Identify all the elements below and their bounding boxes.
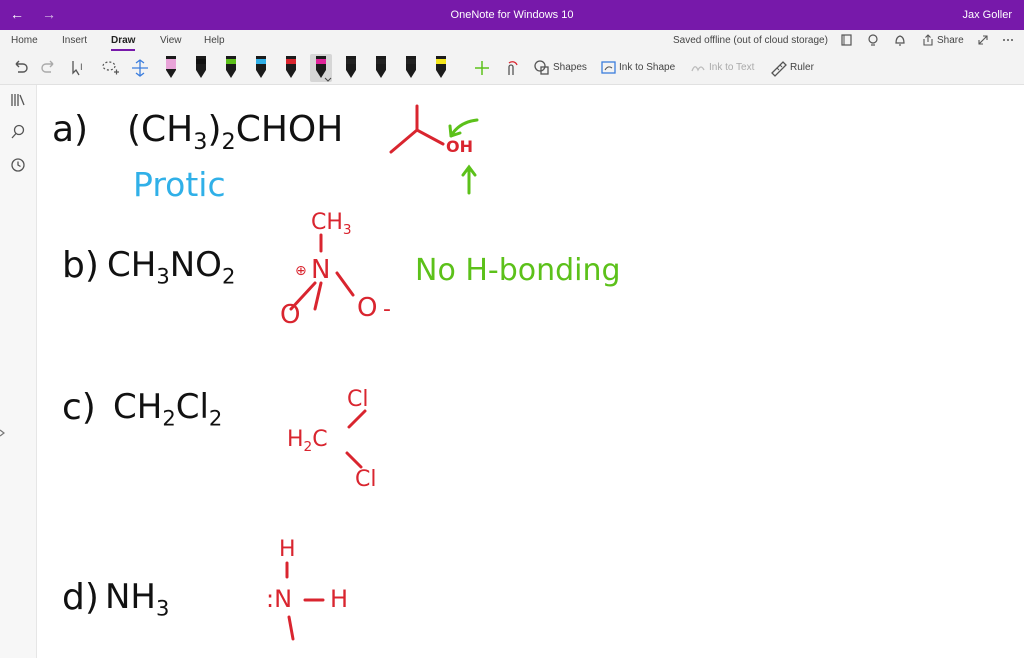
formula-d: NH3: [105, 577, 170, 621]
label-b: b): [62, 245, 99, 286]
tab-home[interactable]: Home: [11, 35, 38, 46]
ink-to-shape-button[interactable]: Ink to Shape: [619, 62, 675, 73]
bell-icon[interactable]: [893, 33, 907, 47]
pen-black-icon[interactable]: [190, 54, 212, 82]
page-canvas[interactable]: a) (CH3)2CHOH Protic OH b) CH3NO2 CH3 ⊕ …: [37, 85, 1024, 658]
pen-black-4-icon[interactable]: [400, 54, 422, 82]
formula-b: CH3NO2: [107, 245, 236, 289]
pen-green-icon[interactable]: [220, 54, 242, 82]
touch-draw-icon[interactable]: [500, 56, 524, 80]
tab-insert[interactable]: Insert: [62, 35, 87, 46]
ink-to-text-button[interactable]: Ink to Text: [709, 62, 754, 73]
search-icon[interactable]: [9, 123, 27, 141]
methylene-carbon: H2C: [287, 427, 328, 455]
shapes-icon[interactable]: [530, 56, 554, 80]
ink-to-text-icon[interactable]: [687, 56, 711, 80]
pen-magenta-icon[interactable]: [310, 54, 332, 82]
draw-toolbar: I Shapes Ink to Shape Ink to Text Ruler: [0, 54, 1024, 82]
title-bar: ← → OneNote for Windows 10 Jax Goller: [0, 0, 1024, 30]
expand-pane-icon[interactable]: [0, 428, 6, 438]
user-name[interactable]: Jax Goller: [962, 9, 1012, 21]
lightbulb-icon[interactable]: [866, 33, 880, 47]
pen-blue-icon[interactable]: [250, 54, 272, 82]
more-options-icon[interactable]: [1001, 33, 1015, 47]
nitrogen-b: N: [311, 255, 331, 285]
navigation-sidebar: [0, 85, 37, 658]
ruler-button[interactable]: Ruler: [790, 62, 814, 73]
label-a: a): [52, 109, 89, 150]
type-select-icon[interactable]: I: [68, 56, 92, 80]
window-title: OneNote for Windows 10: [450, 9, 574, 21]
pen-pink-highlight-icon[interactable]: [160, 54, 182, 82]
highlighter-yellow-icon[interactable]: [430, 54, 452, 82]
ribbon: Home Insert Draw View Help Saved offline…: [0, 30, 1024, 85]
share-icon: [923, 34, 933, 46]
notebooks-icon[interactable]: [9, 91, 27, 109]
share-label: Share: [937, 34, 964, 46]
undo-icon[interactable]: [8, 56, 32, 80]
tab-draw[interactable]: Draw: [111, 35, 136, 51]
ink-to-shape-icon[interactable]: [597, 56, 621, 80]
chlorine-2: Cl: [355, 467, 377, 492]
lasso-select-icon[interactable]: [98, 56, 122, 80]
classification-protic: Protic: [133, 165, 226, 204]
sync-status: Saved offline (out of cloud storage): [673, 35, 828, 46]
structure-c: [345, 409, 367, 469]
recent-notes-icon[interactable]: [9, 156, 27, 174]
formula-a: (CH3)2CHOH: [127, 109, 344, 155]
hydrogen-right: H: [330, 585, 349, 613]
redo-icon[interactable]: [37, 56, 61, 80]
tab-help[interactable]: Help: [204, 35, 225, 46]
label-c: c): [62, 387, 96, 428]
pen-red-icon[interactable]: [280, 54, 302, 82]
oxygen-1: O: [280, 300, 301, 330]
minus-charge: -: [383, 297, 391, 322]
pen-black-3-icon[interactable]: [370, 54, 392, 82]
svg-text:I: I: [80, 63, 83, 73]
no-h-bonding-note: No H-bonding: [415, 253, 621, 288]
share-button[interactable]: Share: [922, 34, 964, 46]
expand-icon[interactable]: [976, 33, 990, 47]
formula-c: CH2Cl2: [113, 387, 223, 431]
ribbon-tabs: Home Insert Draw View Help Saved offline…: [0, 30, 1024, 54]
tab-view[interactable]: View: [160, 35, 182, 46]
notebook-icon[interactable]: [840, 33, 854, 47]
add-pen-icon[interactable]: [470, 56, 494, 80]
oh-group: OH: [446, 137, 473, 156]
oxygen-2: O: [357, 293, 378, 323]
plus-charge: ⊕: [295, 263, 307, 279]
add-space-icon[interactable]: [128, 56, 152, 80]
nitrogen-d: :N: [266, 585, 293, 613]
pen-black-2-icon[interactable]: [340, 54, 362, 82]
ruler-icon[interactable]: [766, 56, 790, 80]
label-d: d): [62, 577, 99, 618]
shapes-button[interactable]: Shapes: [553, 62, 587, 73]
